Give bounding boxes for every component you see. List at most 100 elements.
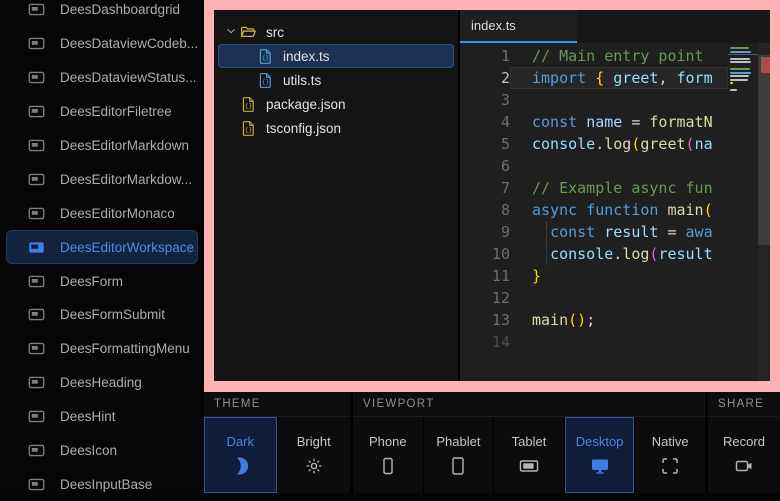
- native-icon: [660, 456, 680, 476]
- sidebar-item-label: DeesFormSubmit: [60, 307, 165, 322]
- tablet-button[interactable]: Tablet: [494, 417, 564, 493]
- record-button[interactable]: Record: [708, 417, 780, 493]
- typescript-file-icon: {}: [257, 72, 274, 89]
- component-icon: [28, 1, 45, 18]
- sidebar-item-deeseditorworkspace[interactable]: DeesEditorWorkspace: [6, 230, 198, 264]
- line-number: 3: [460, 89, 510, 111]
- tree-item-label: src: [266, 25, 284, 40]
- line-content: main();: [510, 309, 728, 331]
- sidebar-item-deesform[interactable]: DeesForm: [6, 264, 198, 298]
- line-number: 9: [460, 221, 510, 243]
- component-sidebar: DeesDashboardgridDeesDataviewCodeb...Dee…: [0, 0, 204, 493]
- dark-button[interactable]: Dark: [204, 417, 277, 493]
- code-line-13[interactable]: 13main();: [460, 309, 728, 331]
- button-label: Desktop: [576, 434, 624, 449]
- props-section-viewport: VIEWPORTPhone Phablet Tablet Desktop Native: [353, 392, 705, 493]
- tree-item-tsconfig-json[interactable]: {}tsconfig.json: [218, 116, 454, 140]
- button-label: Phablet: [436, 434, 480, 449]
- line-content: const result = awa: [510, 221, 728, 243]
- svg-text:{}: {}: [245, 126, 252, 133]
- code-line-12[interactable]: 12: [460, 287, 728, 309]
- workspace-demo: src{}index.ts{}utils.ts{}package.json{}t…: [214, 10, 770, 381]
- code-line-5[interactable]: 5console.log(greet(na: [460, 133, 728, 155]
- native-button[interactable]: Native: [635, 417, 705, 493]
- sidebar-item-label: DeesEditorMonaco: [60, 206, 175, 221]
- scrollbar-thumb[interactable]: [758, 55, 770, 245]
- code-line-2[interactable]: 2import { greet, form: [460, 67, 728, 89]
- component-icon: [28, 137, 45, 154]
- component-icon: [28, 69, 45, 86]
- desktop-button[interactable]: Desktop: [565, 417, 635, 493]
- button-label: Tablet: [512, 434, 547, 449]
- sidebar-item-label: DeesEditorWorkspace: [60, 240, 194, 255]
- code-line-7[interactable]: 7// Example async fun: [460, 177, 728, 199]
- phone-button[interactable]: Phone: [353, 417, 423, 493]
- sidebar-item-deeseditormonaco[interactable]: DeesEditorMonaco: [6, 196, 198, 230]
- sidebar-item-label: DeesDashboardgrid: [60, 2, 180, 17]
- sidebar-item-deesformsubmit[interactable]: DeesFormSubmit: [6, 298, 198, 332]
- sidebar-item-deesicon[interactable]: DeesIcon: [6, 434, 198, 468]
- sidebar-item-deesdashboardgrid[interactable]: DeesDashboardgrid: [6, 0, 198, 27]
- line-number: 1: [460, 45, 510, 67]
- tree-item-index-ts[interactable]: {}index.ts: [218, 44, 454, 68]
- line-content: async function main(: [510, 199, 728, 221]
- line-number: 2: [460, 67, 510, 89]
- line-content: [510, 155, 728, 177]
- sidebar-item-label: DeesEditorFiletree: [60, 104, 172, 119]
- props-section-title: SHARE: [708, 392, 780, 417]
- sidebar-item-deeshint[interactable]: DeesHint: [6, 400, 198, 434]
- sidebar-item-deeseditormarkdown[interactable]: DeesEditorMarkdown: [6, 129, 198, 163]
- code-line-14[interactable]: 14: [460, 331, 728, 353]
- component-icon: [28, 239, 45, 256]
- code-line-10[interactable]: 10 console.log(result: [460, 243, 728, 265]
- sidebar-item-deesheading[interactable]: DeesHeading: [6, 366, 198, 400]
- code-line-6[interactable]: 6: [460, 155, 728, 177]
- sidebar-item-label: DeesFormattingMenu: [60, 341, 190, 356]
- code-line-3[interactable]: 3: [460, 89, 728, 111]
- props-buttons: Phone Phablet Tablet Desktop Native: [353, 417, 705, 493]
- sidebar-item-deesformattingmenu[interactable]: DeesFormattingMenu: [6, 332, 198, 366]
- code-line-8[interactable]: 8async function main(: [460, 199, 728, 221]
- component-icon: [28, 171, 45, 188]
- line-number: 6: [460, 155, 510, 177]
- editor-scrollbar[interactable]: [758, 43, 770, 381]
- json-file-icon: {}: [240, 96, 257, 113]
- overview-marker: [761, 57, 770, 73]
- component-icon: [28, 103, 45, 120]
- button-label: Record: [723, 434, 765, 449]
- line-content: }: [510, 265, 728, 287]
- moon-icon: [230, 456, 250, 476]
- minimap-line: [730, 89, 737, 91]
- props-section-title: VIEWPORT: [353, 392, 705, 417]
- sidebar-item-deesdataviewstatus[interactable]: DeesDataviewStatus...: [6, 61, 198, 95]
- code-line-1[interactable]: 1// Main entry point: [460, 45, 728, 67]
- line-number: 10: [460, 243, 510, 265]
- line-number: 7: [460, 177, 510, 199]
- record-icon: [734, 456, 754, 476]
- code-line-9[interactable]: 9 const result = awa: [460, 221, 728, 243]
- minimap-line: [730, 72, 751, 74]
- sidebar-item-deeseditormarkdow[interactable]: DeesEditorMarkdow...: [6, 162, 198, 196]
- code-line-11[interactable]: 11}: [460, 265, 728, 287]
- tree-item-package-json[interactable]: {}package.json: [218, 92, 454, 116]
- desktop-icon: [590, 456, 610, 476]
- json-file-icon: {}: [240, 120, 257, 137]
- sidebar-item-deesinputbase[interactable]: DeesInputBase: [6, 467, 198, 501]
- sidebar-item-label: DeesForm: [60, 274, 123, 289]
- line-content: [510, 89, 728, 111]
- sidebar-item-deeseditorfiletree[interactable]: DeesEditorFiletree: [6, 95, 198, 129]
- sidebar-item-deesdataviewcodeb[interactable]: DeesDataviewCodeb...: [6, 27, 198, 61]
- code-line-4[interactable]: 4const name = formatN: [460, 111, 728, 133]
- tree-item-src[interactable]: src: [218, 20, 454, 44]
- tab-index-ts[interactable]: index.ts: [460, 10, 577, 43]
- component-icon: [28, 476, 45, 493]
- minimap[interactable]: [728, 43, 758, 381]
- bright-button[interactable]: Bright: [278, 417, 351, 493]
- file-tree: src {}index.ts{}utils.ts{}package.json{}t…: [214, 10, 458, 381]
- props-section-title: THEME: [204, 392, 350, 417]
- tree-item-utils-ts[interactable]: {}utils.ts: [218, 68, 454, 92]
- props-buttons: DarkBright: [204, 417, 350, 493]
- phablet-button[interactable]: Phablet: [424, 417, 494, 493]
- code-editor[interactable]: 1// Main entry point2import { greet, for…: [460, 43, 770, 381]
- minimap-line: [730, 82, 733, 84]
